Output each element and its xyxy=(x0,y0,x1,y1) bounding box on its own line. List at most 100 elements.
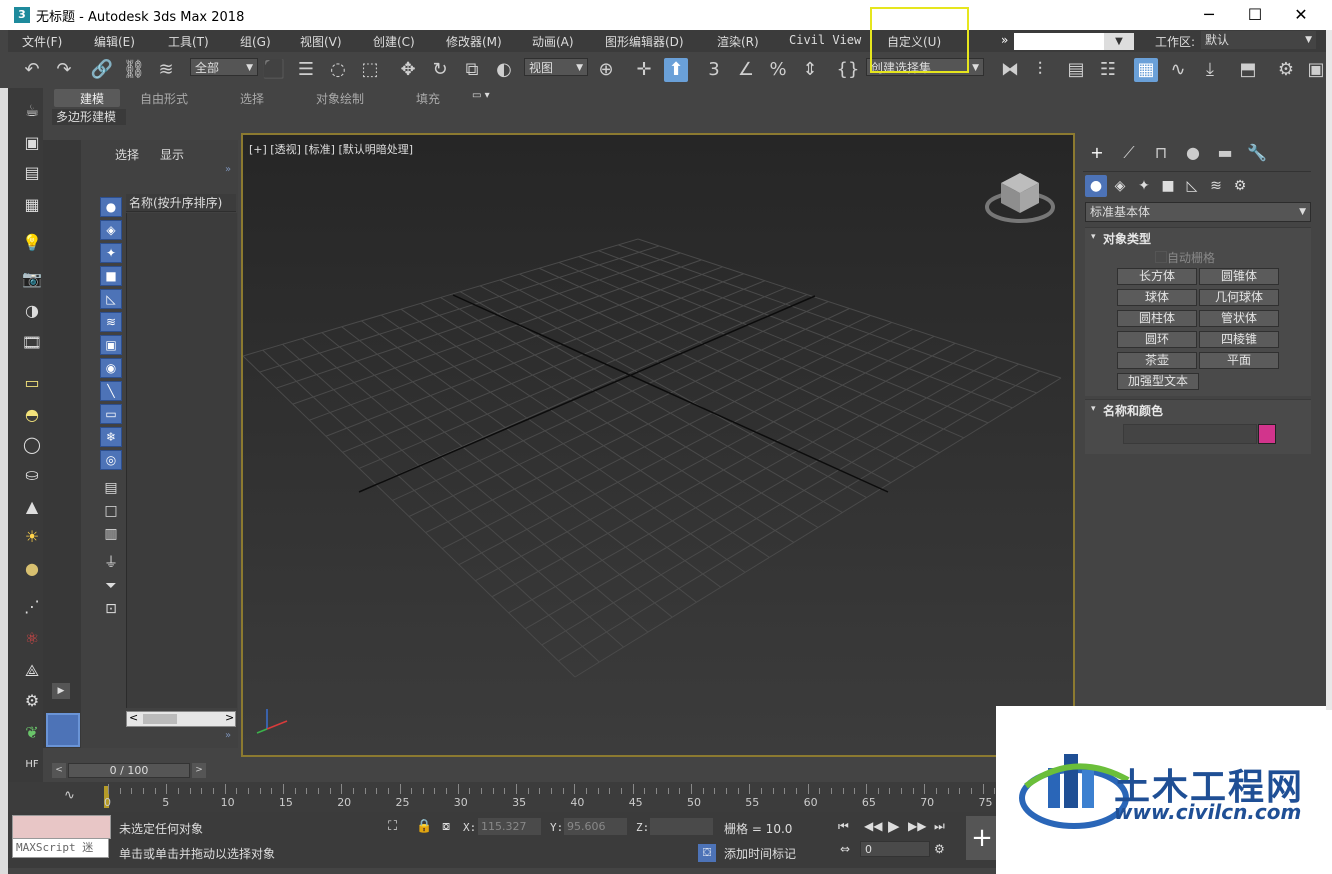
collapse-icon[interactable]: ▾ xyxy=(1091,404,1096,414)
layer-explorer-icon[interactable]: ☷ xyxy=(1096,58,1120,82)
camera-icon[interactable]: 📷 xyxy=(21,268,43,290)
menu-search-dropdown-icon[interactable]: ▼ xyxy=(1104,33,1134,50)
explorer-tab-display[interactable]: 显示 xyxy=(160,146,184,163)
cone-icon[interactable]: ▲ xyxy=(21,496,43,518)
angle-snap-icon[interactable]: ∠ xyxy=(734,58,758,82)
explorer-column-header[interactable]: 名称(按升序排序) xyxy=(126,194,236,212)
teapot-button[interactable]: 茶壶 xyxy=(1117,352,1197,369)
create-tab-icon[interactable]: + xyxy=(1083,141,1111,165)
menu-animation[interactable]: 动画(A) xyxy=(532,33,574,50)
align-icon[interactable]: ⫶ xyxy=(1028,58,1052,82)
current-frame-field[interactable]: 0 xyxy=(860,841,930,857)
perspective-viewport[interactable]: [+] [透视] [标准] [默认明暗处理] xyxy=(241,133,1075,757)
name-color-title[interactable]: 名称和颜色 xyxy=(1103,402,1163,419)
viewport-nav-plus-icon[interactable]: + xyxy=(966,816,998,860)
scale-icon[interactable]: ⧉ xyxy=(460,58,484,82)
box-button[interactable]: 长方体 xyxy=(1117,268,1197,285)
explorer-active-panel-icon[interactable] xyxy=(46,713,80,747)
select-manipulate-icon[interactable]: ✛ xyxy=(632,58,656,82)
tab-selection[interactable]: 选择 xyxy=(240,90,264,107)
filter-shapes-icon[interactable]: ◈ xyxy=(100,220,122,240)
filter-groups-icon[interactable]: ▣ xyxy=(100,335,122,355)
teapot-2-icon[interactable]: ⛀ xyxy=(21,464,43,486)
time-next-icon[interactable]: > xyxy=(192,763,206,778)
prev-frame-icon[interactable]: ◀◀ xyxy=(864,819,882,833)
tab-populate[interactable]: 填充 xyxy=(416,90,440,107)
schematic-view-icon[interactable]: ⤓ xyxy=(1198,58,1222,82)
selection-region-icon[interactable]: ◌ xyxy=(326,58,350,82)
utilities-tab-icon[interactable]: 🔧 xyxy=(1243,141,1271,165)
menu-edit[interactable]: 编辑(E) xyxy=(94,33,135,50)
filter-spacewarps-icon[interactable]: ≋ xyxy=(100,312,122,332)
menu-graph-editors[interactable]: 图形编辑器(D) xyxy=(605,33,684,50)
filter-icon[interactable]: ⏷ xyxy=(100,576,122,596)
menu-rendering[interactable]: 渲染(R) xyxy=(717,33,759,50)
ribbon-toggle-icon[interactable]: ▦ xyxy=(1134,58,1158,82)
autogrid-checkbox[interactable] xyxy=(1155,251,1167,263)
text-plus-button[interactable]: 加强型文本 xyxy=(1117,373,1199,390)
isolate-selection-icon[interactable]: ⛶ xyxy=(388,819,397,834)
pyramid-button[interactable]: 四棱锥 xyxy=(1199,331,1279,348)
molecule-icon[interactable]: ⚛ xyxy=(21,628,43,650)
spinner-snap-icon[interactable]: ⇕ xyxy=(798,58,822,82)
redo-icon[interactable]: ↷ xyxy=(52,58,76,82)
tab-freeform[interactable]: 自由形式 xyxy=(140,90,188,107)
menu-search-field[interactable] xyxy=(1014,33,1104,50)
play-icon[interactable]: ▶ xyxy=(888,817,900,835)
filter-hidden-icon[interactable]: ◎ xyxy=(100,450,122,470)
rotate-icon[interactable]: ↻ xyxy=(428,58,452,82)
viewcube[interactable] xyxy=(985,165,1055,225)
explorer-play-icon[interactable]: ▶ xyxy=(52,683,70,699)
place-icon[interactable]: ◐ xyxy=(492,58,516,82)
maxscript-listener-output[interactable] xyxy=(12,815,111,839)
y-coord-field[interactable]: 95.606 xyxy=(564,818,627,835)
grid-mesh-icon[interactable]: ⋰ xyxy=(21,596,43,618)
sun-icon[interactable]: ☀ xyxy=(21,526,43,548)
app-icon[interactable]: 3 xyxy=(14,7,30,23)
bind-spacewarp-icon[interactable]: ≋ xyxy=(154,58,178,82)
sphere-icon[interactable]: ● xyxy=(21,558,43,580)
cameras-category-icon[interactable]: ■ xyxy=(1157,175,1179,197)
plane-icon[interactable]: ▭ xyxy=(21,372,43,394)
gear-icon[interactable]: ⚙ xyxy=(21,690,43,712)
move-icon[interactable]: ✥ xyxy=(396,58,420,82)
keyboard-shortcut-toggle-icon[interactable]: ⬆ xyxy=(664,58,688,82)
table-icon[interactable]: ▦ xyxy=(21,194,43,216)
sphere-half-icon[interactable]: ◑ xyxy=(21,300,43,322)
minimize-button[interactable]: ─ xyxy=(1186,0,1232,30)
key-mode-icon[interactable]: ⇔ xyxy=(840,842,850,856)
display-none-icon[interactable]: □ xyxy=(100,501,122,521)
snaps-toggle-icon[interactable]: 3 xyxy=(702,58,726,82)
time-prev-icon[interactable]: < xyxy=(52,763,66,778)
tube-button[interactable]: 管状体 xyxy=(1199,310,1279,327)
hf-icon[interactable]: HF xyxy=(21,754,43,776)
menu-view[interactable]: 视图(V) xyxy=(300,33,342,50)
next-frame-icon[interactable]: ▶▶ xyxy=(908,819,926,833)
maxscript-input[interactable]: MAXScript 迷 xyxy=(12,838,109,858)
filter-clear-icon[interactable]: ⏚ xyxy=(100,553,122,573)
object-name-input[interactable] xyxy=(1123,424,1257,444)
display-all-icon[interactable]: ▤ xyxy=(100,478,122,498)
tab-object-paint[interactable]: 对象绘制 xyxy=(316,90,364,107)
ring-icon[interactable]: ◯ xyxy=(21,434,43,456)
primitive-type-dropdown[interactable]: 标准基本体 ▼ xyxy=(1085,202,1311,222)
geometry-category-icon[interactable]: ● xyxy=(1085,175,1107,197)
track-bar[interactable]: ∿ 0 5 10 15 20 25 30 35 40 45 50 55 60 65 70 75 xyxy=(8,782,1031,812)
pivot-center-icon[interactable]: ⊕ xyxy=(594,58,618,82)
close-button[interactable]: ✕ xyxy=(1278,0,1324,30)
mirror-icon[interactable]: ⧓ xyxy=(998,58,1022,82)
object-color-swatch[interactable] xyxy=(1258,424,1276,444)
light-lister-icon[interactable]: 💡 xyxy=(21,232,43,254)
motion-tab-icon[interactable]: ● xyxy=(1179,141,1207,165)
menu-create[interactable]: 创建(C) xyxy=(373,33,415,50)
selection-lock-icon[interactable]: 🔒 xyxy=(416,819,432,834)
rendered-frame-icon[interactable]: ▣ xyxy=(1304,58,1328,82)
filter-geometry-icon[interactable]: ● xyxy=(100,197,122,217)
scroll-left-icon[interactable]: < xyxy=(129,711,138,724)
explorer-object-list[interactable] xyxy=(126,213,237,708)
filter-frozen-icon[interactable]: ❄ xyxy=(100,427,122,447)
sphere-button[interactable]: 球体 xyxy=(1117,289,1197,306)
x-coord-field[interactable]: 115.327 xyxy=(478,818,541,835)
select-object-icon[interactable]: ⬛ xyxy=(262,58,286,82)
percent-snap-icon[interactable]: % xyxy=(766,58,790,82)
